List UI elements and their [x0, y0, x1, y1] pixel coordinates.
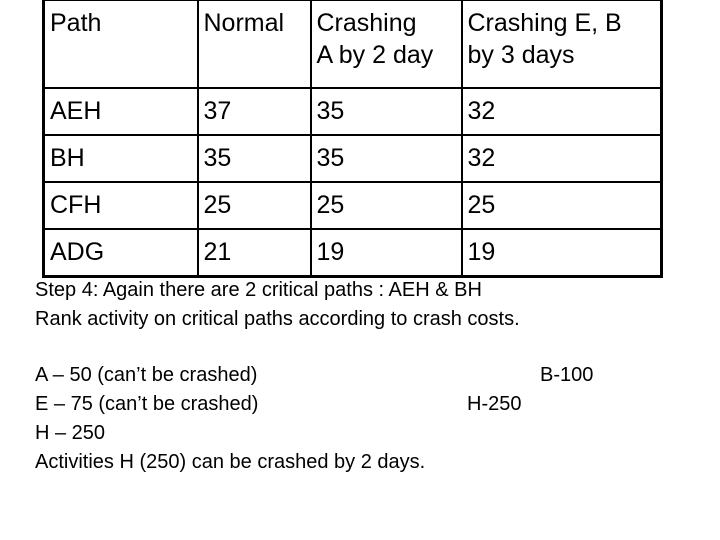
step-line-2: Rank activity on critical paths accordin… — [35, 308, 520, 330]
table-row: CFH 25 25 25 — [42, 181, 663, 230]
table-row: BH 35 35 32 — [42, 134, 663, 183]
rank-item-b: B-100 — [540, 364, 594, 386]
cell-path: BH — [42, 134, 199, 183]
cell-crash-eb: 32 — [460, 134, 663, 183]
conclusion-text: Activities H (250) can be crashed by 2 d… — [35, 451, 426, 473]
crash-cost-ranking: A – 50 (can’t be crashed) B-100 E – 75 (… — [35, 361, 675, 477]
header-path: Path — [42, 0, 199, 89]
cell-crash-a: 25 — [309, 181, 463, 230]
rank-item-e: E – 75 (can’t be crashed) — [35, 393, 259, 415]
cell-normal: 25 — [196, 181, 312, 230]
ranking-line-1: A – 50 (can’t be crashed) B-100 — [35, 361, 675, 390]
step-line-1: Step 4: Again there are 2 critical paths… — [35, 279, 482, 301]
ranking-line-3: H – 250 — [35, 419, 675, 448]
cell-crash-eb: 19 — [460, 228, 663, 278]
cell-normal: 21 — [196, 228, 312, 278]
cell-path: ADG — [42, 228, 199, 278]
header-crashing-eb: Crashing E, B by 3 days — [460, 0, 663, 89]
rank-item-a: A – 50 (can’t be crashed) — [35, 364, 258, 386]
cell-path: AEH — [42, 87, 199, 136]
cell-path: CFH — [42, 181, 199, 230]
ranking-conclusion: Activities H (250) can be crashed by 2 d… — [35, 448, 675, 477]
header-crashing-a: Crashing A by 2 day — [309, 0, 463, 89]
cell-crash-a: 35 — [309, 87, 463, 136]
crash-path-table: Path Normal Crashing A by 2 day Crashing… — [42, 0, 663, 278]
table-row: AEH 37 35 32 — [42, 87, 663, 136]
step-description: Step 4: Again there are 2 critical paths… — [35, 276, 520, 334]
cell-crash-eb: 32 — [460, 87, 663, 136]
cell-crash-eb: 25 — [460, 181, 663, 230]
cell-normal: 35 — [196, 134, 312, 183]
cell-crash-a: 19 — [309, 228, 463, 278]
cell-normal: 37 — [196, 87, 312, 136]
table-row: ADG 21 19 19 — [42, 228, 663, 278]
rank-item-h-right: H-250 — [467, 393, 522, 415]
rank-item-h: H – 250 — [35, 422, 106, 444]
ranking-line-2: E – 75 (can’t be crashed) H-250 — [35, 390, 675, 419]
header-normal: Normal — [196, 0, 312, 89]
cell-crash-a: 35 — [309, 134, 463, 183]
table-header-row: Path Normal Crashing A by 2 day Crashing… — [42, 0, 663, 89]
